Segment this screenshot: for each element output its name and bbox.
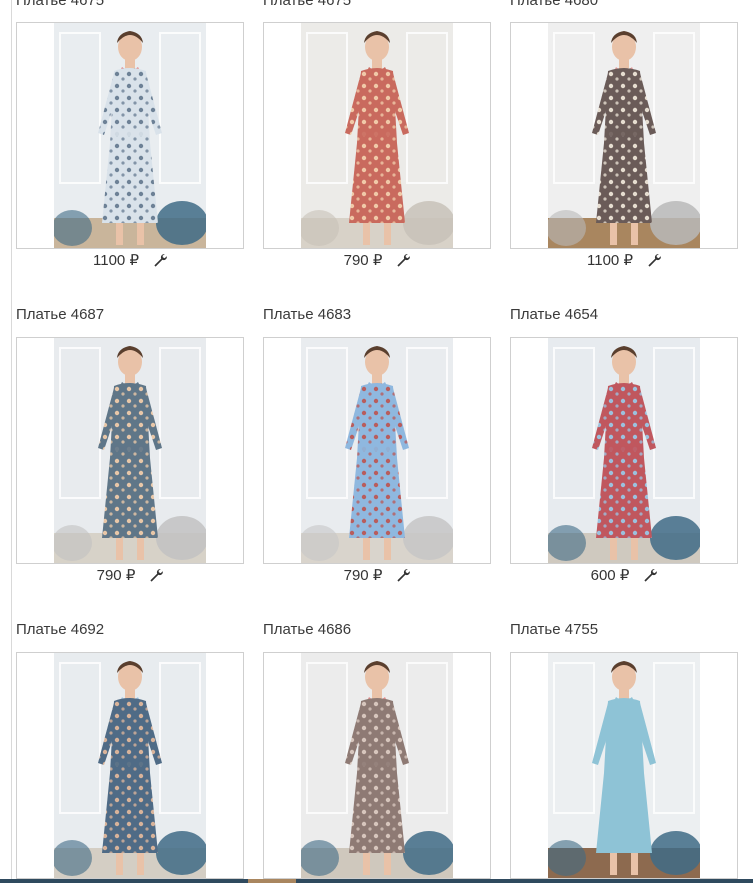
product-title[interactable]: Платье 4675 xyxy=(263,0,351,10)
product-title[interactable]: Платье 4687 xyxy=(16,306,104,324)
product-photo xyxy=(54,653,206,878)
product-title[interactable]: Платье 4755 xyxy=(510,621,598,639)
product-title[interactable]: Платье 4683 xyxy=(263,306,351,324)
product-photo-illustration xyxy=(548,653,700,878)
product-photo xyxy=(54,23,206,248)
product-price: 790 ₽ xyxy=(343,567,383,584)
wrench-icon[interactable] xyxy=(647,253,661,267)
product-image-link[interactable] xyxy=(510,22,738,249)
product-photo-illustration xyxy=(301,338,453,563)
wrench-icon[interactable] xyxy=(396,253,411,267)
wrench-icon[interactable] xyxy=(396,568,411,582)
product-image-link[interactable] xyxy=(263,337,491,564)
price-row: 790 ₽ xyxy=(16,565,244,585)
product-image-link[interactable] xyxy=(263,22,491,249)
product-title[interactable]: Платье 4680 xyxy=(510,0,598,10)
price-row: 600 ₽ xyxy=(510,565,738,585)
product-price: 600 ₽ xyxy=(590,567,630,584)
product-price: 1100 ₽ xyxy=(587,252,633,269)
product-price: 790 ₽ xyxy=(343,252,383,269)
wrench-icon[interactable] xyxy=(153,253,167,267)
product-photo-illustration xyxy=(301,653,453,878)
price-row: 1100 ₽ xyxy=(16,250,244,270)
product-price: 1100 ₽ xyxy=(93,252,139,269)
product-photo xyxy=(301,338,453,563)
product-image-link[interactable] xyxy=(16,337,244,564)
product-image-link[interactable] xyxy=(510,337,738,564)
product-image-link[interactable] xyxy=(16,22,244,249)
wrench-icon[interactable] xyxy=(149,568,164,582)
product-title[interactable]: Платье 4654 xyxy=(510,306,598,324)
product-photo-illustration xyxy=(548,23,700,248)
product-image-link[interactable] xyxy=(263,652,491,879)
product-photo-illustration xyxy=(54,338,206,563)
price-row: 790 ₽ xyxy=(263,250,491,270)
product-photo xyxy=(54,338,206,563)
product-photo xyxy=(301,23,453,248)
product-photo xyxy=(301,653,453,878)
product-image-link[interactable] xyxy=(510,652,738,879)
product-photo xyxy=(548,23,700,248)
bottom-bar-segment xyxy=(248,879,296,883)
product-photo-illustration xyxy=(301,23,453,248)
product-photo-illustration xyxy=(54,653,206,878)
wrench-icon[interactable] xyxy=(643,568,658,582)
product-price: 790 ₽ xyxy=(96,567,136,584)
product-photo-illustration xyxy=(54,23,206,248)
product-grid: Платье 4675 1100 ₽ Платье 4675 790 ₽ Платье … xyxy=(0,0,753,883)
price-row: 1100 ₽ xyxy=(510,250,738,270)
price-row: 790 ₽ xyxy=(263,565,491,585)
product-title[interactable]: Платье 4692 xyxy=(16,621,104,639)
product-photo xyxy=(548,338,700,563)
product-title[interactable]: Платье 4675 xyxy=(16,0,104,10)
product-image-link[interactable] xyxy=(16,652,244,879)
product-title[interactable]: Платье 4686 xyxy=(263,621,351,639)
product-photo-illustration xyxy=(548,338,700,563)
product-photo xyxy=(548,653,700,878)
bottom-scroll-bar xyxy=(0,879,753,883)
